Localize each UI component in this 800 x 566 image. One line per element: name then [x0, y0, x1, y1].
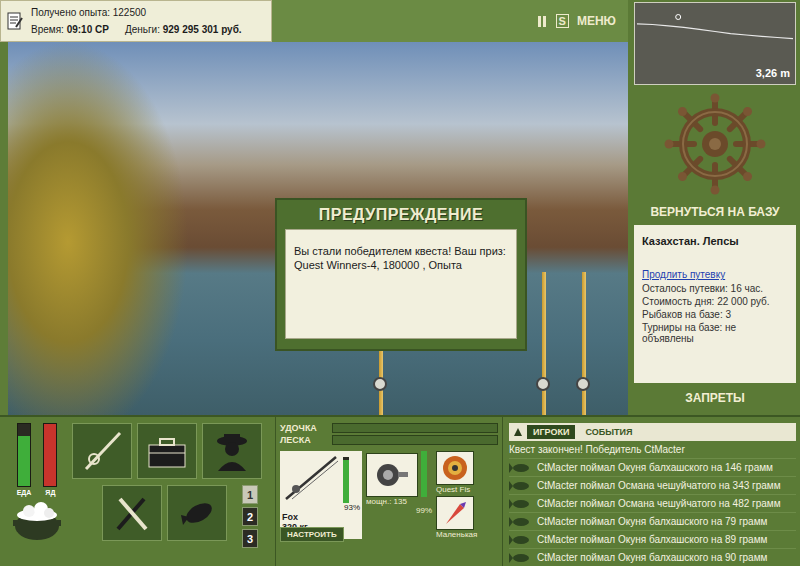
info-line: Осталось путевки: 16 час.	[642, 283, 788, 294]
rod-button[interactable]	[72, 423, 132, 479]
fisherman-icon	[210, 429, 254, 473]
fish-icon	[509, 480, 531, 492]
log-entry: CtMacter поймал Окуня балхашского на 79 …	[509, 513, 796, 531]
rod-slot[interactable]: 93% Fox 320 кг	[280, 451, 362, 539]
warning-dialog: ПРЕДУПРЕЖДЕНИЕ Вы стали победителем квес…	[275, 198, 527, 351]
fork-knife-icon	[110, 491, 154, 535]
reel-icon	[372, 459, 412, 491]
log-entry: CtMacter поймал Османа чешуйчатого на 34…	[509, 477, 796, 495]
setup-button[interactable]: НАСТРОИТЬ	[280, 527, 344, 542]
log-entry: CtMacter поймал Османа чешуйчатого на 48…	[509, 495, 796, 513]
fish-icon	[509, 516, 531, 528]
top-bar: Получено опыта: 122500 Время: 09:10 СР Д…	[0, 0, 628, 42]
slot-button[interactable]: 1	[242, 485, 258, 504]
bans-button[interactable]: ЗАПРЕТЫ	[634, 383, 796, 415]
stats-panel: Получено опыта: 122500 Время: 09:10 СР Д…	[0, 0, 272, 42]
spool-icon	[440, 453, 470, 483]
fish-icon	[509, 552, 531, 564]
fish-icon	[175, 491, 219, 535]
depth-chart: 3,26 m	[634, 2, 796, 85]
info-line: Турниры на базе: не объявлены	[642, 322, 788, 344]
lure-slot[interactable]: Маленькая	[436, 496, 477, 539]
info-line: Рыбаков на базе: 3	[642, 309, 788, 320]
rod-in-water[interactable]	[536, 272, 552, 415]
fish-button[interactable]	[167, 485, 227, 541]
log-tab[interactable]: ИГРОКИ	[527, 425, 575, 439]
sidebar: 3,26 m ВЕРНУТЬСЯ НА БАЗУ Казахстан. Лепс…	[628, 0, 800, 415]
food-button[interactable]	[102, 485, 162, 541]
log-panel: ИГРОКИ СОБЫТИЯ Квест закончен! Победитель…	[503, 417, 800, 566]
log-entry: CtMacter поймал Окуня балхашского на 89 …	[509, 531, 796, 549]
rod-in-water[interactable]	[576, 272, 592, 415]
menu-button[interactable]: МЕНЮ	[577, 14, 616, 28]
meter: ЯД	[43, 423, 57, 496]
slot-button[interactable]: 3	[242, 529, 258, 548]
fish-icon	[509, 498, 531, 510]
fishing-game: Получено опыта: 122500 Время: 09:10 СР Д…	[0, 0, 800, 566]
pause-icon[interactable]	[538, 16, 548, 27]
depth-reading: 3,26 m	[756, 67, 790, 79]
slot-button[interactable]: 2	[242, 507, 258, 526]
lure-icon	[440, 498, 470, 528]
money: Деньги: 929 295 301 руб.	[125, 24, 242, 35]
log-entry: Квест закончен! Победитель CtMacter	[509, 441, 796, 459]
sound-button[interactable]: S	[556, 14, 569, 28]
controls: ЕДА ЯД 1 2 3	[0, 417, 275, 566]
info-line: Стоимость дня: 22 000 руб.	[642, 296, 788, 307]
tackle-box-icon	[145, 429, 189, 473]
fisherman-button[interactable]	[202, 423, 262, 479]
dialog-title: ПРЕДУПРЕЖДЕНИЕ	[285, 200, 517, 229]
depth-line	[637, 24, 793, 39]
float-marker	[676, 15, 681, 20]
dialog-message: Вы стали победителем квеста! Ваш приз: Q…	[285, 229, 517, 339]
tension-bar: УДОЧКА	[280, 423, 498, 433]
reel-slot[interactable]: мощн.: 135 99%	[366, 451, 432, 539]
notepad-icon[interactable]	[7, 12, 23, 30]
pot-icon[interactable]	[11, 500, 63, 542]
helm-icon[interactable]	[634, 85, 796, 203]
return-base-button[interactable]: ВЕРНУТЬСЯ НА БАЗУ	[634, 203, 796, 225]
line-slot[interactable]: Quest Fis	[436, 451, 477, 494]
rod-icon	[80, 429, 124, 473]
meter: ЕДА	[17, 423, 32, 496]
tackle-box-button[interactable]	[137, 423, 197, 479]
fish-icon	[509, 462, 531, 474]
time: Время: 09:10 СР	[31, 24, 109, 35]
log-tab[interactable]: СОБЫТИЯ	[579, 425, 638, 439]
tackle-panel: УДОЧКА ЛЕСКА 93% Fox 320 кг мощн.: 135 9…	[275, 417, 503, 566]
base-info: Казахстан. Лепсы Продлить путевку Остало…	[634, 225, 796, 383]
log-entry: CtMacter поймал Окуня балхашского на 146…	[509, 459, 796, 477]
scene: ПРЕДУПРЕЖДЕНИЕ Вы стали победителем квес…	[8, 42, 628, 415]
experience: Получено опыта: 122500	[31, 7, 242, 18]
fish-icon	[509, 534, 531, 546]
collapse-icon[interactable]	[513, 427, 523, 437]
log-entry: CtMacter поймал Окуня балхашского на 90 …	[509, 549, 796, 566]
tension-bar: ЛЕСКА	[280, 435, 498, 445]
location: Казахстан. Лепсы	[642, 235, 788, 247]
rod-icon	[282, 453, 340, 503]
extend-link[interactable]: Продлить путевку	[642, 269, 788, 280]
